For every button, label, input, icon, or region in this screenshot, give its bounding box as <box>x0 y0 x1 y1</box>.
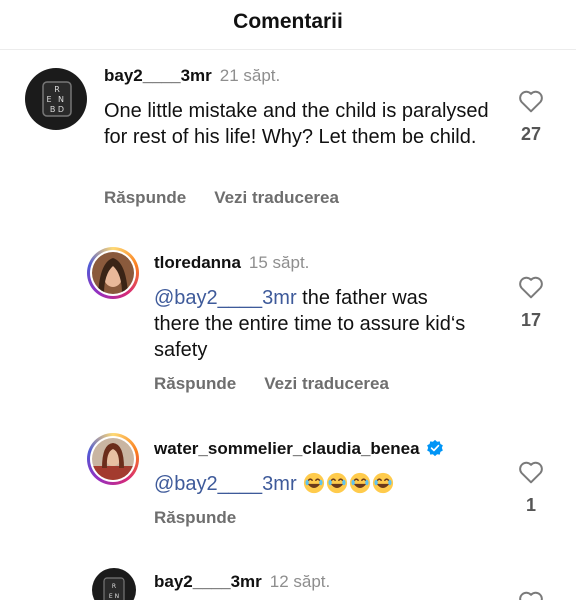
avatar[interactable] <box>87 433 139 485</box>
comment-meta: tloredanna 15 săpt. <box>154 253 309 273</box>
mention-link[interactable]: @bay2____3mr <box>154 287 297 309</box>
reply-button[interactable]: Răspunde <box>104 188 186 207</box>
heart-icon[interactable] <box>518 275 544 299</box>
like-count: 17 <box>520 310 542 330</box>
svg-text:R: R <box>112 583 116 590</box>
comment-actions: Răspunde Vezi traducerea <box>104 188 339 208</box>
avatar[interactable] <box>87 247 139 299</box>
svg-text:N: N <box>58 95 64 104</box>
timestamp: 15 săpt. <box>248 253 310 272</box>
username[interactable]: water_sommelier_claudia_benea <box>154 439 420 458</box>
comment-meta: bay2____3mr 12 săpt. <box>154 572 330 592</box>
svg-text:B D: B D <box>50 105 64 114</box>
username[interactable]: bay2____3mr <box>154 572 262 591</box>
avatar[interactable]: R E N B D <box>25 68 87 130</box>
translate-button[interactable]: Vezi traducerea <box>264 374 389 393</box>
like-count: 27 <box>520 124 542 144</box>
timestamp: 12 săpt. <box>269 572 331 591</box>
svg-text:R: R <box>54 85 60 94</box>
mention-link[interactable]: @bay2____3mr <box>154 473 297 495</box>
svg-text:E N: E N <box>109 593 119 600</box>
heart-icon[interactable] <box>518 590 544 600</box>
page-title: Comentarii <box>233 10 343 33</box>
svg-text:E: E <box>46 95 51 104</box>
username[interactable]: tloredanna <box>154 253 241 272</box>
comment-text: @bay2____3mr <box>154 471 474 497</box>
timestamp: 21 săpt. <box>219 66 281 85</box>
heart-icon[interactable] <box>518 460 544 484</box>
comment-meta: bay2____3mr 21 săpt. <box>104 66 280 86</box>
comment-text: @bay2____3mr the father was there the en… <box>154 287 466 361</box>
laughing-emoji-icon <box>373 472 394 494</box>
laughing-emoji-icon <box>304 472 325 494</box>
avatar[interactable]: R E N <box>92 568 136 600</box>
reply-button[interactable]: Răspunde <box>154 374 236 393</box>
like-button[interactable]: 17 <box>511 275 551 331</box>
reply-button[interactable]: Răspunde <box>154 508 236 527</box>
username[interactable]: bay2____3mr <box>104 66 212 85</box>
laughing-emoji-icon <box>327 472 348 494</box>
translate-button[interactable]: Vezi traducerea <box>214 188 339 207</box>
emoji-group <box>302 472 394 495</box>
heart-icon[interactable] <box>518 89 544 113</box>
comment-actions: Răspunde <box>154 508 236 528</box>
comments-header: Comentarii <box>0 0 576 50</box>
like-button[interactable] <box>511 590 551 600</box>
verified-badge-icon <box>426 439 443 457</box>
like-button[interactable]: 1 <box>511 460 551 516</box>
comment-meta: water_sommelier_claudia_benea <box>154 439 444 459</box>
comment-text: One little mistake and the child is para… <box>104 100 489 148</box>
laughing-emoji-icon <box>350 472 371 494</box>
comment-actions: Răspunde Vezi traducerea <box>154 374 389 394</box>
like-count: 1 <box>525 495 536 515</box>
like-button[interactable]: 27 <box>511 89 551 145</box>
